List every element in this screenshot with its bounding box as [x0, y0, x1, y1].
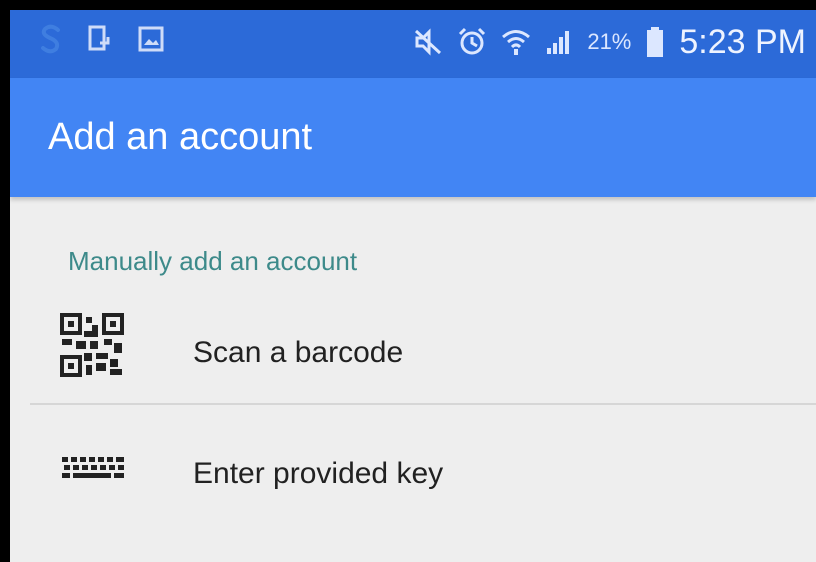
- clock: 5:23 PM: [679, 22, 806, 61]
- battery-percent: 21%: [587, 29, 632, 54]
- app-screen: 21% 5:23 PM Add an account Manually add …: [10, 10, 816, 562]
- qr-code-icon: [60, 313, 124, 382]
- status-bar-right: 21% 5:23 PM: [413, 20, 806, 64]
- enter-key-option[interactable]: Enter provided key: [10, 415, 816, 525]
- status-bar: 21% 5:23 PM: [10, 10, 816, 78]
- mute-icon: [413, 28, 443, 56]
- signal-icon: [545, 28, 573, 56]
- app-bar: Add an account: [10, 78, 816, 197]
- battery-icon: [645, 26, 665, 58]
- section-header: Manually add an account: [68, 246, 358, 276]
- page-title: Add an account: [48, 116, 313, 158]
- image-icon: [138, 26, 164, 52]
- scan-barcode-label: Scan a barcode: [193, 336, 404, 369]
- notification-icon: [88, 25, 112, 53]
- wifi-icon: [501, 27, 531, 57]
- s-icon: [40, 24, 62, 54]
- enter-key-label: Enter provided key: [193, 457, 444, 490]
- keyboard-icon: [60, 455, 126, 486]
- divider: [30, 403, 816, 405]
- status-bar-left: [40, 24, 164, 54]
- alarm-icon: [457, 27, 487, 57]
- scan-barcode-option[interactable]: Scan a barcode: [10, 295, 816, 405]
